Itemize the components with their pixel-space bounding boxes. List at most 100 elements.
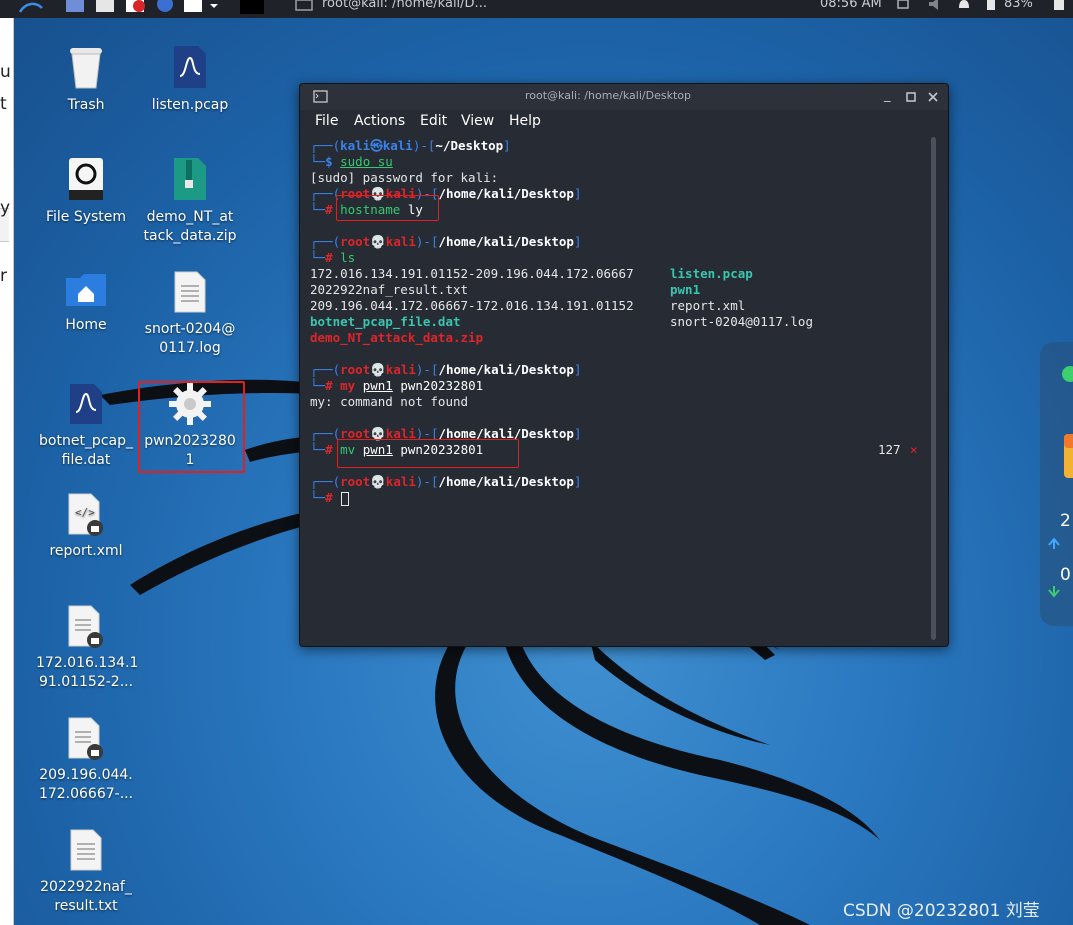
menu-file[interactable]: File	[315, 113, 338, 129]
upload-speed: 2	[1060, 511, 1071, 531]
ls-entry: listen.pcap	[670, 266, 753, 281]
ls-entry: snort-0204@0117.log	[670, 314, 813, 329]
battery-percent: 83%	[1004, 0, 1033, 11]
error-x-icon: ×	[910, 442, 918, 457]
text-cursor	[341, 492, 349, 506]
prompt-line: ┌──(root💀kali)-[/home/kali/Desktop]	[310, 474, 582, 489]
volume-icon[interactable]	[927, 0, 945, 14]
background-window-edge: u t y r	[0, 18, 14, 925]
icon-label: demo_NT_at	[146, 209, 234, 225]
command-line: └─# my pwn1 pwn20232801	[310, 378, 484, 393]
ls-entry: demo_NT_attack_data.zip	[310, 330, 484, 345]
annotation-highlight-box	[138, 381, 245, 473]
annotation-highlight-box	[337, 439, 519, 468]
text-file-icon	[174, 271, 206, 313]
drive-icon	[69, 158, 103, 200]
battery-icon[interactable]	[985, 0, 999, 14]
strip-char: r	[0, 266, 7, 286]
icon-label: botnet_pcap_	[39, 433, 133, 449]
terminal-window-icon[interactable]	[294, 0, 314, 14]
ls-entry: report.xml	[670, 298, 746, 313]
strip-char: t	[0, 94, 7, 114]
terminal-launcher-icon[interactable]	[124, 0, 146, 14]
pcap-file-icon	[174, 46, 206, 88]
icon-label: 172.016.134.1	[36, 655, 139, 671]
desktop-icon-file-system[interactable]: File System	[36, 156, 136, 227]
file-manager-icon[interactable]	[94, 0, 116, 14]
terminal-scrollbar[interactable]	[931, 137, 936, 640]
desktop-icon-trash[interactable]: Trash	[36, 44, 136, 115]
home-folder-icon	[66, 274, 106, 306]
power-icon[interactable]	[1052, 0, 1068, 14]
desktop-icon-snort-log[interactable]: snort-0204@ 0117.log	[140, 270, 240, 358]
download-speed: 0	[1060, 565, 1071, 585]
svg-text:</>: </>	[75, 506, 95, 519]
desktop-icon-botnet-dat[interactable]: botnet_pcap_ file.dat	[36, 382, 136, 470]
text-file-icon	[70, 829, 102, 871]
annotation-highlight-box	[336, 195, 439, 221]
output-line: [sudo] password for kali:	[310, 170, 499, 185]
desktop-icon-report-xml[interactable]: </> report.xml	[36, 492, 136, 561]
icon-label: tack_data.zip	[143, 228, 237, 244]
close-icon[interactable]	[928, 92, 938, 102]
trash-icon	[70, 48, 102, 89]
desktop-icon-naf-result[interactable]: 2022922naf_ result.txt	[36, 828, 136, 916]
icon-label: file.dat	[61, 452, 111, 468]
minimize-icon[interactable]: _	[884, 88, 891, 103]
icon-label: 0117.log	[159, 340, 221, 356]
menu-actions[interactable]: Actions	[354, 113, 405, 129]
prompt-line: ┌──(root💀kali)-[/home/kali/Desktop]	[310, 234, 582, 249]
icon-label: snort-0204@	[144, 321, 236, 337]
desktop-icon-172-file[interactable]: 172.016.134.1 91.01152-2...	[36, 604, 139, 692]
maximize-icon[interactable]	[906, 92, 916, 102]
icon-label: 172.06667-...	[38, 786, 134, 802]
icon-label: 209.196.044.	[39, 767, 133, 783]
desktop-icon-listen-pcap[interactable]: listen.pcap	[140, 44, 240, 115]
locked-file-icon	[68, 605, 103, 648]
browser-icon[interactable]	[154, 0, 176, 14]
ls-entry: 172.016.134.191.01152-209.196.044.172.06…	[310, 266, 634, 281]
network-icon[interactable]	[895, 0, 913, 14]
command-line: └─#	[310, 490, 333, 505]
menu-view[interactable]: View	[461, 113, 494, 129]
terminal-window[interactable]: root@kali: /home/kali/Desktop _ File Act…	[299, 83, 949, 647]
pcap-file-icon	[70, 384, 102, 424]
icon-label: report.xml	[49, 543, 123, 559]
notification-bell-icon[interactable]	[956, 0, 972, 14]
desktop: u t y r root@kali: /home/kali/D... 08:56…	[0, 0, 1073, 925]
icon-label: 2022922naf_	[40, 879, 132, 895]
xml-file-icon: </>	[68, 493, 103, 536]
icon-label: Home	[65, 317, 107, 333]
desktop-icon-demo-zip[interactable]: demo_NT_at tack_data.zip	[140, 156, 240, 246]
icon-label: 91.01152-2...	[38, 674, 134, 690]
prompt-line: ┌──(root💀kali)-[/home/kali/Desktop]	[310, 362, 582, 377]
terminal-menubar: File Actions Edit View Help	[300, 110, 948, 134]
desktop-icon-home[interactable]: Home	[36, 270, 136, 335]
output-line: my: command not found	[310, 394, 469, 409]
desktop-icon-209-file[interactable]: 209.196.044. 172.06667-...	[36, 716, 136, 804]
ls-entry: botnet_pcap_file.dat	[310, 314, 461, 329]
strip-char: u	[0, 62, 11, 82]
locked-file-icon	[68, 717, 103, 760]
ls-entry: pwn1	[670, 282, 701, 297]
icon-label: listen.pcap	[151, 97, 229, 113]
menu-help[interactable]: Help	[509, 113, 541, 129]
ls-entry: 209.196.044.172.06667-172.016.134.191.01…	[310, 298, 634, 313]
strip-char: y	[0, 198, 11, 218]
icon-label: File System	[45, 209, 127, 225]
kali-menu-icon[interactable]	[18, 0, 44, 14]
workspace-indicator-icon[interactable]	[240, 0, 264, 14]
command-line: └─$ sudo su	[310, 154, 393, 169]
exit-code: 127	[878, 442, 901, 457]
zip-file-icon	[174, 158, 206, 200]
menu-edit[interactable]: Edit	[420, 113, 447, 129]
taskbar-window-title[interactable]: root@kali: /home/kali/D...	[322, 0, 487, 11]
ls-entry: 2022922naf_result.txt	[310, 282, 469, 297]
show-desktop-icon[interactable]	[64, 0, 86, 14]
watermark: CSDN @20232801 刘莹	[843, 901, 1040, 921]
workspace-switcher-icon[interactable]	[182, 0, 222, 14]
icon-label: Trash	[67, 97, 105, 113]
top-panel: root@kali: /home/kali/D... 08:56 AM 83%	[0, 0, 1073, 18]
clock[interactable]: 08:56 AM	[820, 0, 882, 11]
terminal-titlebar[interactable]: root@kali: /home/kali/Desktop _	[300, 84, 948, 110]
